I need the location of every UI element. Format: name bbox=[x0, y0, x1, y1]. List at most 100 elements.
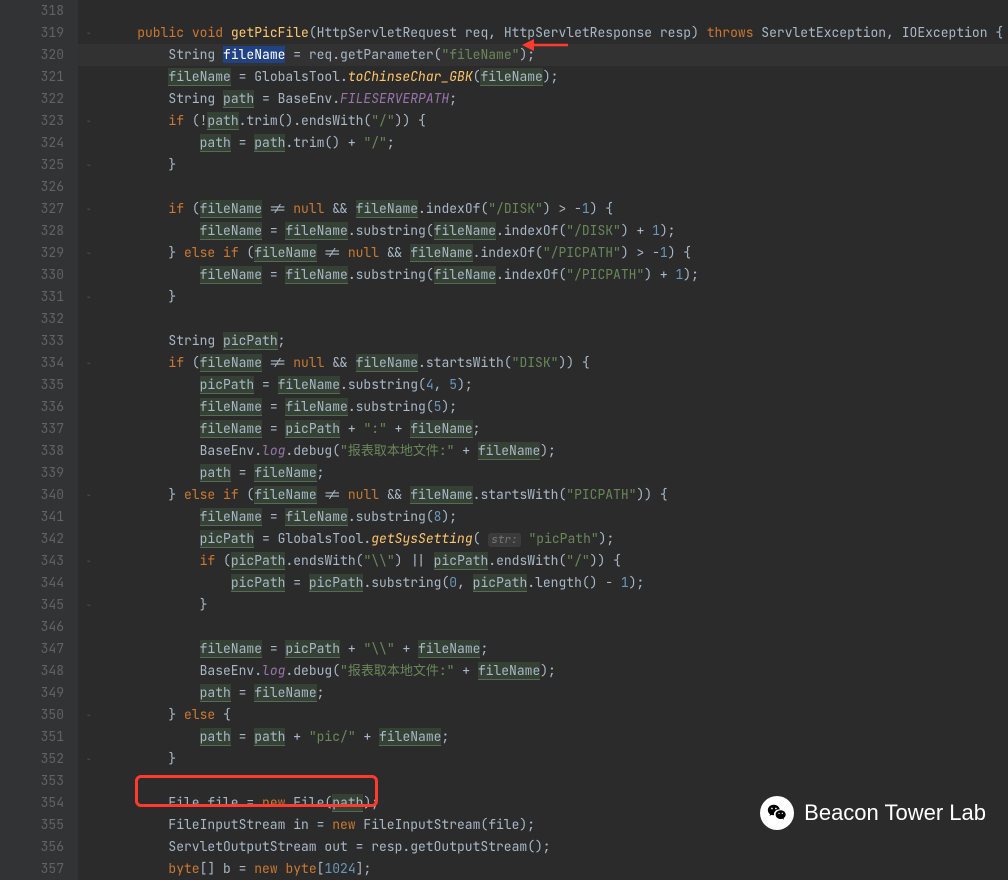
code-line[interactable]: 324 path = path.trim() + "/"; bbox=[0, 132, 1008, 154]
fold-gutter[interactable]: − bbox=[78, 550, 100, 572]
code-line[interactable]: 337 fileName = picPath + ":" + fileName; bbox=[0, 418, 1008, 440]
line-number[interactable]: 320 bbox=[0, 44, 78, 66]
code-content[interactable]: } bbox=[100, 748, 176, 770]
fold-gutter[interactable]: − bbox=[78, 352, 100, 374]
line-number[interactable]: 348 bbox=[0, 660, 78, 682]
code-content[interactable]: path = path.trim() + "/"; bbox=[100, 132, 395, 154]
code-content[interactable]: fileName = fileName.substring(fileName.i… bbox=[100, 264, 699, 286]
code-content[interactable]: ServletOutputStream out = resp.getOutput… bbox=[100, 836, 551, 858]
line-number[interactable]: 335 bbox=[0, 374, 78, 396]
line-number[interactable]: 319 bbox=[0, 22, 78, 44]
code-content[interactable]: picPath = picPath.substring(0, picPath.l… bbox=[100, 572, 644, 594]
code-line[interactable]: 327− if (fileName != null && fileName.in… bbox=[0, 198, 1008, 220]
code-line[interactable]: 341 fileName = fileName.substring(8); bbox=[0, 506, 1008, 528]
code-content[interactable]: } bbox=[100, 286, 176, 308]
fold-expand-icon[interactable]: − bbox=[86, 748, 91, 770]
fold-gutter[interactable]: − bbox=[78, 242, 100, 264]
code-line[interactable]: 346 bbox=[0, 616, 1008, 638]
line-number[interactable]: 346 bbox=[0, 616, 78, 638]
line-number[interactable]: 327 bbox=[0, 198, 78, 220]
line-number[interactable]: 324 bbox=[0, 132, 78, 154]
line-number[interactable]: 339 bbox=[0, 462, 78, 484]
line-number[interactable]: 341 bbox=[0, 506, 78, 528]
code-line[interactable]: 321 fileName = GlobalsTool.toChinseChar_… bbox=[0, 66, 1008, 88]
fold-gutter[interactable]: − bbox=[78, 286, 100, 308]
code-line[interactable]: 320 String fileName = req.getParameter("… bbox=[0, 44, 1008, 66]
line-number[interactable]: 354 bbox=[0, 792, 78, 814]
line-number[interactable]: 330 bbox=[0, 264, 78, 286]
code-content[interactable]: path = fileName; bbox=[100, 682, 324, 704]
line-number[interactable]: 336 bbox=[0, 396, 78, 418]
code-content[interactable]: fileName = fileName.substring(5); bbox=[100, 396, 457, 418]
fold-expand-icon[interactable]: − bbox=[86, 594, 91, 616]
code-content[interactable]: String path = BaseEnv.FILESERVERPATH; bbox=[100, 88, 457, 110]
code-content[interactable]: picPath = fileName.substring(4, 5); bbox=[100, 374, 473, 396]
code-line[interactable]: 351 path = path + "pic/" + fileName; bbox=[0, 726, 1008, 748]
line-number[interactable]: 343 bbox=[0, 550, 78, 572]
code-line[interactable]: 335 picPath = fileName.substring(4, 5); bbox=[0, 374, 1008, 396]
code-content[interactable]: File file = new File(path); bbox=[100, 792, 379, 814]
code-line[interactable]: 345− } bbox=[0, 594, 1008, 616]
line-number[interactable]: 340 bbox=[0, 484, 78, 506]
code-content[interactable]: } else { bbox=[100, 704, 231, 726]
code-line[interactable]: 322 String path = BaseEnv.FILESERVERPATH… bbox=[0, 88, 1008, 110]
fold-collapse-icon[interactable]: − bbox=[86, 704, 91, 726]
code-line[interactable]: 344 picPath = picPath.substring(0, picPa… bbox=[0, 572, 1008, 594]
line-number[interactable]: 350 bbox=[0, 704, 78, 726]
fold-gutter[interactable]: − bbox=[78, 198, 100, 220]
line-number[interactable]: 329 bbox=[0, 242, 78, 264]
code-content[interactable]: String picPath; bbox=[100, 330, 285, 352]
code-line[interactable]: 355 FileInputStream in = new FileInputSt… bbox=[0, 814, 1008, 836]
code-line[interactable]: 353 bbox=[0, 770, 1008, 792]
code-content[interactable]: picPath = GlobalsTool.getSysSetting( str… bbox=[100, 528, 614, 550]
line-number[interactable]: 355 bbox=[0, 814, 78, 836]
line-number[interactable]: 337 bbox=[0, 418, 78, 440]
code-line[interactable]: 339 path = fileName; bbox=[0, 462, 1008, 484]
code-line[interactable]: 325− } bbox=[0, 154, 1008, 176]
code-content[interactable]: public void getPicFile(HttpServletReques… bbox=[100, 22, 1003, 44]
code-content[interactable]: String fileName = req.getParameter("file… bbox=[100, 44, 535, 66]
code-content[interactable]: byte[] b = new byte[1024]; bbox=[100, 858, 371, 880]
fold-collapse-icon[interactable]: − bbox=[86, 110, 91, 132]
fold-collapse-icon[interactable]: − bbox=[86, 22, 91, 44]
line-number[interactable]: 332 bbox=[0, 308, 78, 330]
line-number[interactable]: 328 bbox=[0, 220, 78, 242]
code-content[interactable]: BaseEnv.log.debug("报表取本地文件:" + fileName)… bbox=[100, 440, 556, 462]
code-content[interactable] bbox=[100, 176, 106, 198]
line-number[interactable]: 345 bbox=[0, 594, 78, 616]
fold-expand-icon[interactable]: − bbox=[86, 286, 91, 308]
code-editor[interactable]: 318319− public void getPicFile(HttpServl… bbox=[0, 0, 1008, 870]
line-number[interactable]: 338 bbox=[0, 440, 78, 462]
code-content[interactable]: fileName = fileName.substring(8); bbox=[100, 506, 457, 528]
fold-gutter[interactable]: − bbox=[78, 154, 100, 176]
line-number[interactable]: 321 bbox=[0, 66, 78, 88]
code-content[interactable]: fileName = picPath + ":" + fileName; bbox=[100, 418, 480, 440]
code-line[interactable]: 318 bbox=[0, 0, 1008, 22]
line-number[interactable]: 344 bbox=[0, 572, 78, 594]
code-line[interactable]: 338 BaseEnv.log.debug("报表取本地文件:" + fileN… bbox=[0, 440, 1008, 462]
code-content[interactable]: } else if (fileName != null && fileName.… bbox=[100, 242, 691, 264]
code-content[interactable]: FileInputStream in = new FileInputStream… bbox=[100, 814, 535, 836]
line-number[interactable]: 342 bbox=[0, 528, 78, 550]
fold-gutter[interactable]: − bbox=[78, 748, 100, 770]
code-line[interactable]: 323− if (!path.trim().endsWith("/")) { bbox=[0, 110, 1008, 132]
line-number[interactable]: 347 bbox=[0, 638, 78, 660]
code-content[interactable]: if (!path.trim().endsWith("/")) { bbox=[100, 110, 426, 132]
line-number[interactable]: 318 bbox=[0, 0, 78, 22]
line-number[interactable]: 323 bbox=[0, 110, 78, 132]
code-content[interactable]: fileName = GlobalsTool.toChinseChar_GBK(… bbox=[100, 66, 558, 88]
code-line[interactable]: 349 path = fileName; bbox=[0, 682, 1008, 704]
code-line[interactable]: 342 picPath = GlobalsTool.getSysSetting(… bbox=[0, 528, 1008, 550]
line-number[interactable]: 351 bbox=[0, 726, 78, 748]
code-content[interactable]: fileName = fileName.substring(fileName.i… bbox=[100, 220, 675, 242]
code-line[interactable]: 348 BaseEnv.log.debug("报表取本地文件:" + fileN… bbox=[0, 660, 1008, 682]
code-line[interactable]: 333 String picPath; bbox=[0, 330, 1008, 352]
code-content[interactable]: if (fileName != null && fileName.startsW… bbox=[100, 352, 590, 374]
fold-collapse-icon[interactable]: − bbox=[86, 484, 91, 506]
code-content[interactable] bbox=[100, 0, 106, 22]
code-content[interactable]: if (fileName != null && fileName.indexOf… bbox=[100, 198, 613, 220]
code-line[interactable]: 329− } else if (fileName != null && file… bbox=[0, 242, 1008, 264]
line-number[interactable]: 352 bbox=[0, 748, 78, 770]
line-number[interactable]: 349 bbox=[0, 682, 78, 704]
line-number[interactable]: 353 bbox=[0, 770, 78, 792]
